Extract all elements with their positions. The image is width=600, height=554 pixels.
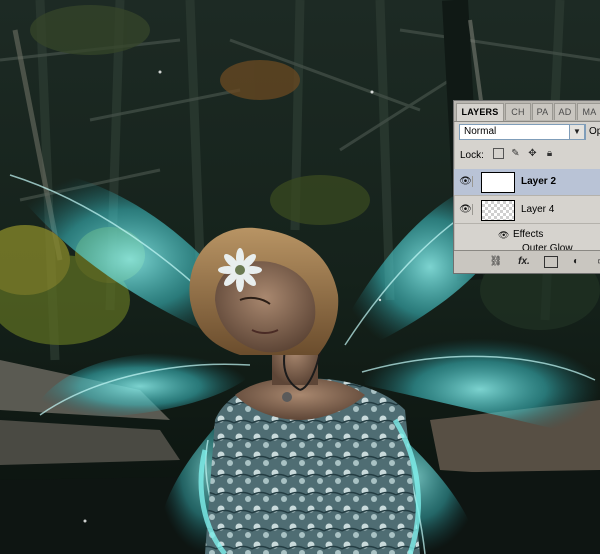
fairy-photo-composite — [0, 0, 600, 554]
blend-mode-value: Normal — [464, 126, 497, 137]
lock-transparent-pixels-icon[interactable] — [493, 148, 504, 159]
tab-paths[interactable]: PA — [532, 103, 553, 120]
opacity-label: Op — [589, 126, 600, 137]
blend-mode-select[interactable]: Normal — [459, 124, 586, 140]
lock-position-icon[interactable]: ✥ — [527, 148, 538, 159]
lock-all-icon[interactable]: 🔒︎ — [544, 148, 555, 159]
add-mask-icon[interactable] — [544, 256, 558, 268]
fx-icon[interactable]: fx. — [516, 254, 532, 269]
layers-panel: LAYERS CH PA AD MA Normal ▼ Op Lock: ✎ ✥… — [453, 100, 600, 274]
visibility-eye-icon[interactable]: 👁︎ — [459, 204, 473, 215]
adjustment-layer-icon[interactable]: ◐ — [568, 254, 584, 269]
effects-label: Effects — [513, 229, 544, 240]
layers-bottom-toolbar: ⛓ fx. ◐ ▭ — [454, 250, 600, 273]
blend-mode-chevron-down-icon[interactable]: ▼ — [569, 124, 585, 140]
tab-channels[interactable]: CH — [505, 103, 531, 120]
tab-layers[interactable]: LAYERS — [456, 103, 504, 121]
visibility-eye-icon[interactable]: 👁︎ — [459, 176, 473, 187]
layer-row-layer-4[interactable]: 👁︎ Layer 4 — [454, 197, 600, 224]
tab-masks[interactable]: MA — [577, 103, 600, 120]
lock-image-pixels-icon[interactable]: ✎ — [510, 148, 521, 159]
link-layers-icon[interactable]: ⛓ — [488, 254, 504, 269]
layer-name: Layer 2 — [521, 176, 557, 187]
document-canvas[interactable]: LAYERS CH PA AD MA Normal ▼ Op Lock: ✎ ✥… — [0, 0, 600, 554]
layer-name: Layer 4 — [521, 204, 555, 215]
group-folder-icon[interactable]: ▭ — [594, 254, 600, 269]
panel-tab-bar: LAYERS CH PA AD MA — [454, 101, 600, 122]
layer-thumbnail — [481, 200, 515, 221]
effect-visibility-eye-icon[interactable]: 👁︎ — [498, 230, 509, 241]
lock-label: Lock: — [460, 150, 484, 161]
tab-adjustments[interactable]: AD — [554, 103, 576, 120]
layer-thumbnail — [481, 172, 515, 193]
effects-row[interactable]: 👁︎ Effects — [454, 225, 600, 245]
layer-row-layer-2[interactable]: 👁︎ Layer 2 — [454, 169, 600, 196]
